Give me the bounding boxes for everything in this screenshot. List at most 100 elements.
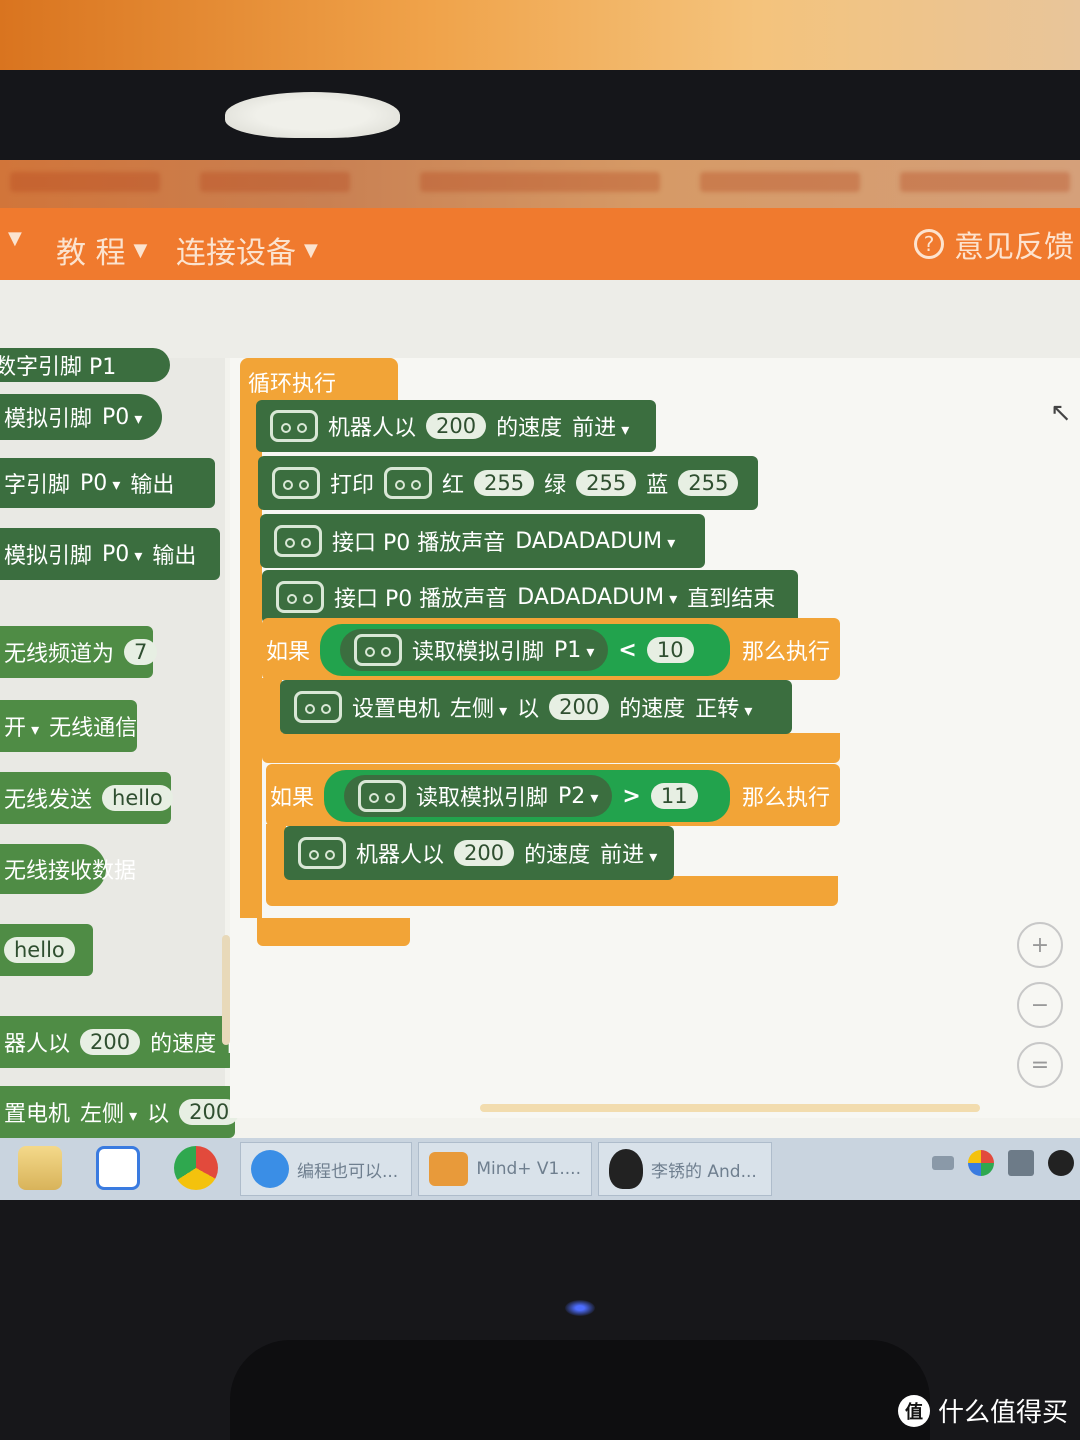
chrome-icon[interactable] [174, 1146, 218, 1190]
robot-icon [274, 525, 322, 557]
pin-dropdown[interactable]: P0 ▾ [102, 405, 142, 430]
block-label: 置电机 [4, 1102, 71, 1127]
forever-bottom [257, 918, 410, 946]
blue-input[interactable]: 255 [678, 470, 739, 496]
feedback-button[interactable]: ? 意见反馈 [914, 222, 1074, 266]
taskbar-item-browser[interactable]: 编程也可以... [240, 1142, 412, 1196]
pin-dropdown[interactable]: P0 ▾ [102, 542, 142, 567]
sound-dropdown[interactable]: DADADADUM ▾ [517, 585, 677, 610]
speed-input[interactable]: 200 [549, 694, 610, 720]
palette-block-show[interactable]: hello [0, 924, 93, 976]
read-analog-block[interactable]: 读取模拟引脚 P1 ▾ [340, 629, 609, 671]
operator: < [618, 637, 637, 663]
menu-tutorial[interactable]: 教 程 ▼ [56, 228, 147, 272]
side-dropdown[interactable]: 左侧 ▾ [450, 691, 507, 723]
palette-block-analog-read[interactable]: 模拟引脚 P0 ▾ [0, 394, 162, 440]
reset-zoom-icon[interactable]: = [1017, 1042, 1063, 1088]
monitor-screen: ▼ 教 程 ▼ 连接设备 ▼ ? 意见反馈 数字引脚 P1 模拟引脚 P0 ▾ … [0, 160, 1080, 1200]
show-input[interactable]: hello [4, 937, 75, 963]
direction-dropdown[interactable]: 前进 ▾ [600, 837, 657, 869]
monitor-bezel-top [0, 70, 1080, 170]
direction-dropdown[interactable]: 前进 ▾ [572, 410, 629, 442]
robot-icon [298, 837, 346, 869]
if-label-2: 如果 [262, 774, 322, 818]
speed-input[interactable]: 200 [426, 413, 487, 439]
robot-speed-block-2[interactable]: 机器人以 200 的速度 前进 ▾ [284, 826, 674, 880]
qq-tray-icon[interactable] [1048, 1150, 1074, 1176]
network-icon[interactable] [1008, 1150, 1034, 1176]
taskbar-item-mindplus[interactable]: Mind+ V1.... [418, 1142, 592, 1196]
block-label: 绿 [544, 473, 567, 498]
zoom-out-icon[interactable]: − [1017, 982, 1063, 1028]
robot-icon [354, 634, 402, 666]
palette-block-digital-write[interactable]: 字引脚 P0 ▾ 输出 [0, 458, 215, 508]
robot-icon [294, 691, 342, 723]
tab[interactable] [900, 172, 1070, 192]
block-label: 蓝 [646, 473, 669, 498]
app-tray-icon[interactable] [968, 1150, 994, 1176]
robot-icon [358, 780, 406, 812]
palette-scrollbar[interactable] [222, 935, 230, 1045]
send-input[interactable]: hello [102, 785, 173, 811]
tab[interactable] [700, 172, 860, 192]
print-rgb-block[interactable]: 打印 红 255 绿 255 蓝 255 [258, 456, 758, 510]
browser-tab-strip [0, 160, 1080, 208]
browser-icon [251, 1150, 289, 1188]
comparison-block-1[interactable]: 读取模拟引脚 P1 ▾ < 10 [320, 624, 730, 676]
palette-block-radio-recv[interactable]: 无线接收数据 [0, 844, 136, 894]
threshold-input[interactable]: 11 [650, 783, 698, 809]
threshold-input[interactable]: 10 [646, 637, 694, 663]
sound-dropdown[interactable]: DADADADUM ▾ [515, 529, 675, 554]
palette-block-radio-send[interactable]: 无线发送 hello [0, 772, 173, 824]
palette-block-radio-channel[interactable]: 无线频道为 7 [0, 626, 158, 678]
block-label: 输出 [152, 544, 197, 569]
zoom-in-icon[interactable]: + [1017, 922, 1063, 968]
side-dropdown[interactable]: 左侧 ▾ [80, 1096, 137, 1128]
direction-dropdown[interactable]: 正转 ▾ [695, 691, 752, 723]
palette-block[interactable]: 数字引脚 P1 [0, 348, 170, 382]
menu-connect[interactable]: 连接设备 ▼ [176, 228, 318, 272]
block-label: 接口 P0 播放声音 [332, 531, 506, 556]
green-input[interactable]: 255 [576, 470, 637, 496]
tab[interactable] [10, 172, 160, 192]
file-explorer-icon[interactable] [18, 1146, 62, 1190]
play-sound-block[interactable]: 接口 P0 播放声音 DADADADUM ▾ [260, 514, 705, 568]
taskbar-item-label: Mind+ V1.... [476, 1159, 581, 1179]
pin-dropdown[interactable]: P0 ▾ [80, 471, 120, 496]
tab[interactable] [200, 172, 350, 192]
forever-label: 循环执行 [248, 372, 337, 397]
read-analog-block[interactable]: 读取模拟引脚 P2 ▾ [344, 775, 613, 817]
palette-block-robot-speed[interactable]: 器人以 200 的速度 前进 ▾ [0, 1016, 283, 1068]
on-dropdown[interactable]: 开 ▾ [4, 710, 39, 742]
palette-block-analog-write[interactable]: 模拟引脚 P0 ▾ 输出 [0, 528, 220, 580]
palette-block-radio-comm[interactable]: 开 ▾ 无线通信 [0, 700, 137, 752]
toolbar-area [0, 280, 1080, 358]
baidu-netdisk-icon[interactable] [96, 1146, 140, 1190]
pin-dropdown[interactable]: P1 ▾ [554, 638, 594, 663]
then-label-2: 那么执行 [734, 774, 838, 818]
speed-input[interactable]: 200 [80, 1029, 141, 1055]
menu-prev-caret[interactable]: ▼ [8, 228, 22, 249]
block-label: 以 [517, 697, 540, 722]
block-label: 机器人以 [328, 416, 417, 441]
pin-dropdown[interactable]: P2 ▾ [558, 784, 598, 809]
block-label: 无线发送 [4, 788, 93, 813]
block-label: 的速度 [619, 697, 686, 722]
comparison-block-2[interactable]: 读取模拟引脚 P2 ▾ > 11 [324, 770, 730, 822]
speed-input[interactable]: 200 [454, 840, 515, 866]
set-motor-block[interactable]: 设置电机 左侧 ▾ 以 200 的速度 正转 ▾ [280, 680, 792, 734]
red-input[interactable]: 255 [474, 470, 535, 496]
robot-speed-block[interactable]: 机器人以 200 的速度 前进 ▾ [256, 400, 656, 452]
tab[interactable] [420, 172, 660, 192]
block-label: 读取模拟引脚 [412, 640, 545, 665]
palette-block-motor[interactable]: 置电机 左侧 ▾ 以 200 [0, 1086, 240, 1138]
workspace-scrollbar[interactable] [480, 1104, 980, 1112]
channel-input[interactable]: 7 [124, 639, 158, 665]
forever-block[interactable]: 循环执行 [240, 358, 398, 400]
chevron-down-icon: ▼ [133, 239, 148, 261]
block-label: 的速度 [524, 843, 591, 868]
taskbar-item-qq[interactable]: 李锈的 And... [598, 1142, 772, 1196]
play-sound-until-block[interactable]: 接口 P0 播放声音 DADADADUM ▾ 直到结束 [262, 570, 798, 624]
watermark: 值 什么值得买 [897, 1392, 1068, 1429]
keyboard-icon[interactable] [932, 1156, 954, 1170]
